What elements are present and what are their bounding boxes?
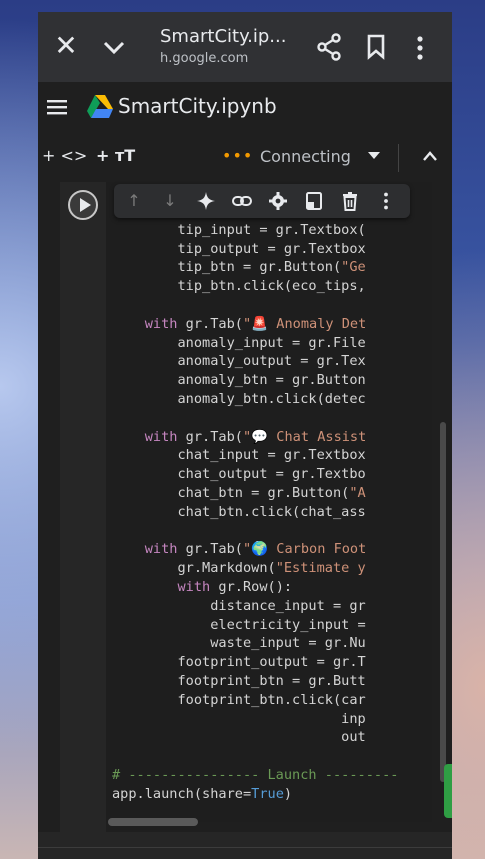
code-content: with gr.Tab("🌱 Eco Tips Ge tip_input = g…	[112, 202, 398, 804]
notebook-toolbar: + <> + тT ••• Connecting	[38, 134, 452, 183]
more-vert-icon[interactable]	[410, 34, 430, 62]
code-line: electricity_input =	[112, 616, 366, 633]
notebook-title[interactable]: SmartCity.ipynb	[118, 94, 277, 118]
browser-toolbar: ✕ SmartCity.ip... h.google.com	[38, 12, 452, 82]
browser-title: SmartCity.ip...	[160, 26, 287, 47]
run-cell-icon[interactable]	[68, 190, 98, 220]
code-line: anomaly_input = gr.File	[112, 334, 366, 351]
toolbar-divider	[398, 144, 399, 172]
code-line: distance_input = gr	[112, 597, 366, 614]
code-line: footprint_output = gr.T	[112, 654, 366, 671]
move-down-icon[interactable]: ↓	[160, 191, 180, 211]
move-up-icon[interactable]: ↑	[124, 191, 144, 211]
play-icon	[80, 198, 91, 212]
notebook-cell-area: with gr.Tab("🌱 Eco Tips Ge tip_input = g…	[38, 182, 452, 832]
hamburger-menu-icon[interactable]	[46, 96, 68, 118]
app-window: ✕ SmartCity.ip... h.google.com SmartCity…	[38, 12, 452, 859]
code-line: with gr.Tab("🌍 Carbon Foot	[144, 541, 367, 558]
code-line: with gr.Tab("🚨 Anomaly Det	[144, 315, 367, 332]
code-line: chat_output = gr.Textbo	[112, 466, 366, 483]
close-icon[interactable]: ✕	[52, 30, 80, 62]
code-line: tip_output = gr.Textbox	[112, 240, 366, 257]
share-icon[interactable]	[316, 32, 342, 62]
vertical-scrollbar[interactable]	[440, 422, 446, 782]
code-line: out	[112, 729, 366, 746]
add-text-cell-button[interactable]: + тT	[96, 146, 135, 165]
code-line: chat_input = gr.Textbox	[112, 447, 366, 464]
browser-url: h.google.com	[160, 51, 249, 66]
bookmark-icon[interactable]	[366, 34, 386, 60]
browser-title-block: SmartCity.ip... h.google.com	[160, 26, 320, 66]
connect-button[interactable]: Connecting	[260, 147, 351, 166]
code-line: app.launch(share=True)	[112, 785, 293, 802]
code-line: chat_btn = gr.Button("A	[112, 484, 366, 501]
delete-icon[interactable]	[340, 191, 360, 211]
code-line: tip_input = gr.Textbox(	[112, 221, 366, 238]
mirror-cell-icon[interactable]	[304, 191, 324, 211]
colab-header: SmartCity.ipynb	[38, 82, 452, 135]
google-drive-icon	[87, 95, 113, 118]
code-line: anomaly_output = gr.Tex	[112, 353, 366, 370]
chevron-down-icon[interactable]	[368, 152, 380, 159]
edge-panel-handle[interactable]	[444, 764, 452, 818]
more-icon[interactable]	[376, 191, 396, 211]
chevron-up-icon[interactable]	[422, 150, 438, 162]
code-viewport[interactable]: with gr.Tab("🌱 Eco Tips Ge tip_input = g…	[112, 202, 432, 822]
horizontal-scrollbar[interactable]	[108, 818, 198, 826]
link-icon[interactable]	[232, 191, 252, 211]
code-line: tip_btn.click(eco_tips,	[112, 278, 366, 295]
bottom-bar	[38, 832, 452, 859]
code-line: # ---------------- Launch ---------	[112, 766, 399, 783]
runtime-status-dots: •••	[222, 146, 254, 165]
settings-icon[interactable]	[268, 191, 288, 211]
code-line: chat_btn.click(chat_ass	[112, 503, 366, 520]
code-line: footprint_btn = gr.Butt	[112, 672, 366, 689]
code-line: tip_btn = gr.Button("Ge	[112, 259, 366, 276]
chevron-down-icon[interactable]	[100, 32, 128, 62]
code-line: inp	[112, 710, 366, 727]
code-line: with gr.Row():	[177, 578, 293, 595]
code-line: waste_input = gr.Nu	[112, 635, 366, 652]
code-line: with gr.Tab("💬 Chat Assist	[144, 428, 367, 445]
code-line: footprint_btn.click(car	[112, 691, 366, 708]
code-line: anomaly_btn = gr.Button	[112, 372, 366, 389]
add-code-cell-button[interactable]: + <>	[42, 146, 87, 165]
gemini-sparkle-icon[interactable]	[196, 191, 216, 211]
cell-toolbar: ↑ ↓	[114, 184, 410, 218]
cell-gutter	[60, 182, 106, 832]
code-line: gr.Markdown("Estimate y	[112, 560, 366, 577]
code-line: anomaly_btn.click(detec	[112, 390, 366, 407]
divider	[38, 847, 452, 848]
